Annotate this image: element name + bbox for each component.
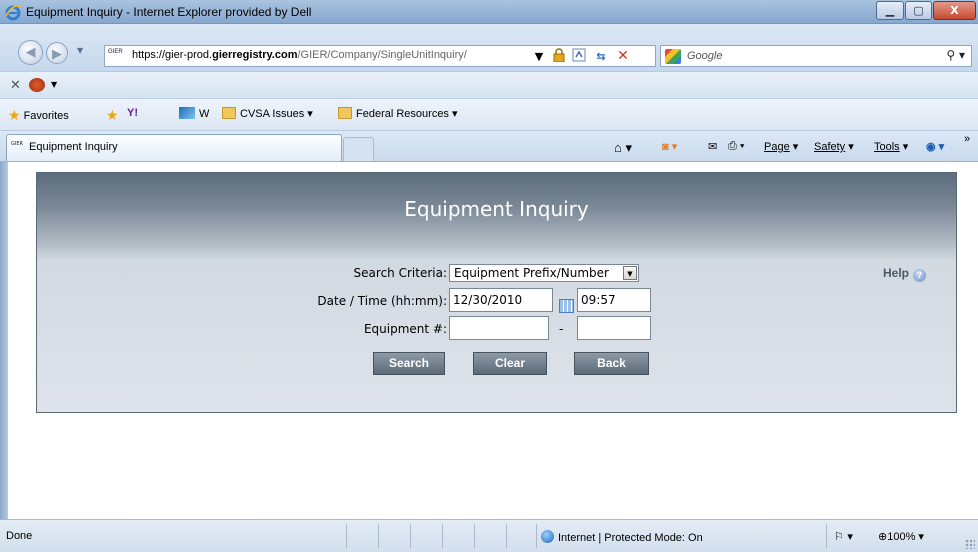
equipment-prefix-input[interactable] <box>449 316 549 340</box>
back-button[interactable]: ◀ <box>18 40 43 65</box>
datetime-label: Date / Time (hh:mm): <box>317 294 447 308</box>
yahoo-link[interactable]: Y! <box>127 107 138 119</box>
url-dropdown-icon[interactable]: ▼ <box>530 48 548 65</box>
title-bar: Equipment Inquiry - Internet Explorer pr… <box>0 0 978 24</box>
dash-separator: - <box>559 322 564 336</box>
new-tab-button[interactable] <box>343 137 374 161</box>
page-menu[interactable]: Page ▾ <box>764 140 798 153</box>
clear-button[interactable]: Clear <box>473 352 547 375</box>
security-zone[interactable]: Internet | Protected Mode: On <box>541 530 703 544</box>
date-input[interactable]: 12/30/2010 <box>449 288 553 312</box>
feeds-icon[interactable]: ◙ ▾ <box>662 140 677 153</box>
refresh-icon[interactable]: ⇆ <box>592 48 610 65</box>
calendar-icon[interactable] <box>559 299 574 313</box>
site-favicon-icon: GIER <box>11 141 23 147</box>
globe-icon <box>541 530 554 543</box>
panel-header: Equipment Inquiry <box>37 173 956 248</box>
search-placeholder: Google <box>687 50 723 62</box>
site-favicon-icon: GIER <box>108 49 123 55</box>
question-icon: ? <box>913 269 927 282</box>
equipment-number-label: Equipment #: <box>363 322 447 336</box>
cvsa-issues-folder[interactable]: CVSA Issues ▾ <box>222 107 313 120</box>
equipment-number-input[interactable] <box>577 316 651 340</box>
search-criteria-select[interactable]: Equipment Prefix/Number ▼ <box>449 264 639 282</box>
search-button[interactable]: Search <box>373 352 445 375</box>
more-commands-icon[interactable]: » <box>964 133 970 145</box>
address-bar: ◀ ▶ ▼ GIER https://gier-prod.gierregistr… <box>0 24 978 71</box>
tab-bar: GIER Equipment Inquiry ⌂ ▾ ◙ ▾ ✉ ⎙ ▾ Pag… <box>0 131 978 162</box>
url-field[interactable]: GIER https://gier-prod.gierregistry.com/… <box>104 45 656 67</box>
panel-separator <box>37 248 956 258</box>
lock-icon[interactable] <box>550 48 568 65</box>
status-text: Done <box>6 530 33 542</box>
status-bar: Done Internet | Protected Mode: On ⚐ ▾ ⊕… <box>0 519 978 552</box>
print-icon[interactable]: ⎙ ▾ <box>728 140 744 153</box>
maximize-button[interactable]: ▢ <box>905 1 932 20</box>
minimize-button[interactable]: ▁ <box>876 1 904 20</box>
zoom-control[interactable]: ⊕100% ▾ <box>878 530 924 543</box>
toolbar-row: ✕ ▼ <box>0 71 978 99</box>
url-text[interactable]: https://gier-prod.gierregistry.com/GIER/… <box>132 49 467 61</box>
back-arrow-icon: ◀ <box>25 45 36 60</box>
ie-logo-icon <box>5 5 22 21</box>
toolbar-dropdown-icon[interactable]: ▼ <box>51 80 57 89</box>
safety-menu[interactable]: Safety ▾ <box>814 140 854 153</box>
toolbar-addon-icon[interactable] <box>29 78 45 92</box>
page-content: Equipment Inquiry Help? Search Criteria:… <box>8 162 978 519</box>
window-title: Equipment Inquiry - Internet Explorer pr… <box>26 5 312 19</box>
federal-resources-folder[interactable]: Federal Resources ▾ <box>338 107 458 120</box>
resize-grip-icon[interactable] <box>965 539 975 549</box>
search-box[interactable]: Google ⚲ ▾ <box>660 45 972 67</box>
forward-arrow-icon: ▶ <box>52 47 62 62</box>
home-icon[interactable]: ⌂ ▾ <box>614 140 632 156</box>
w-link[interactable]: W <box>179 107 209 120</box>
forward-button[interactable]: ▶ <box>46 42 68 64</box>
tab-equipment-inquiry[interactable]: GIER Equipment Inquiry <box>6 134 342 161</box>
mail-icon[interactable]: ✉ <box>708 140 717 153</box>
search-icon[interactable]: ⚲ ▾ <box>946 48 965 62</box>
folder-icon <box>222 107 236 119</box>
tools-menu[interactable]: Tools ▾ <box>874 140 908 153</box>
google-logo-icon <box>665 49 681 64</box>
close-toolbar-icon[interactable]: ✕ <box>10 78 21 93</box>
help-link[interactable]: Help? <box>883 266 927 282</box>
favorites-star-icon: ★ <box>8 107 21 123</box>
close-button[interactable]: X <box>933 1 976 20</box>
equipment-inquiry-panel: Equipment Inquiry Help? Search Criteria:… <box>36 172 957 413</box>
page-title: Equipment Inquiry <box>404 197 589 221</box>
window-edge <box>0 162 8 519</box>
back-button[interactable]: Back <box>574 352 649 375</box>
search-criteria-label: Search Criteria: <box>353 266 447 280</box>
history-dropdown-icon[interactable]: ▼ <box>77 46 83 55</box>
compatibility-view-icon[interactable] <box>570 48 588 65</box>
folder-icon <box>338 107 352 119</box>
help-icon[interactable]: ◉ ▾ <box>926 140 944 153</box>
time-input[interactable]: 09:57 <box>577 288 651 312</box>
stop-icon[interactable]: ✕ <box>614 48 632 65</box>
favorites-bar: ★ Favorites ★ Y! W CVSA Issues ▾ Federal … <box>0 99 978 131</box>
chevron-down-icon[interactable]: ▼ <box>623 266 637 280</box>
add-favorite-icon[interactable]: ★ <box>106 107 122 124</box>
w-site-icon <box>179 107 195 119</box>
protected-mode-icon[interactable]: ⚐ ▾ <box>834 530 853 543</box>
favorites-button[interactable]: ★ Favorites <box>8 107 69 124</box>
